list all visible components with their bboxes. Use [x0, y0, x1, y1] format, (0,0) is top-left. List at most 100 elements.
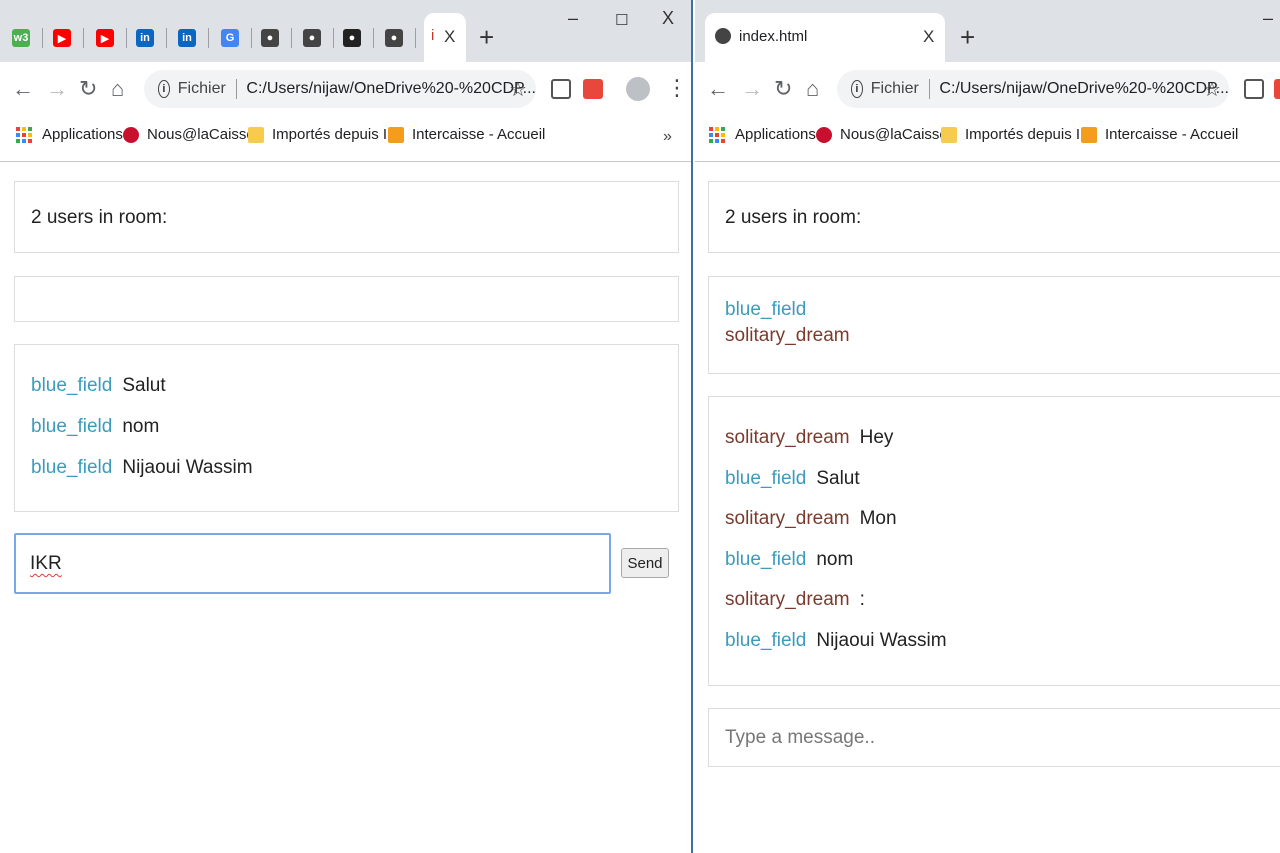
message-username: blue_field	[31, 375, 113, 396]
forward-arrow-icon[interactable]: →	[741, 76, 763, 102]
back-arrow-icon[interactable]: ←	[707, 76, 729, 102]
back-arrow-icon[interactable]: ←	[12, 76, 34, 102]
minimize-button[interactable]: –	[1263, 8, 1273, 29]
shield-extension-icon[interactable]	[551, 79, 571, 99]
message-item: solitary_dream Hey	[725, 427, 893, 449]
profile-avatar-icon[interactable]	[626, 77, 650, 101]
active-tab-label: i	[431, 27, 435, 44]
message-text: nom	[122, 416, 160, 437]
tab-separator	[373, 28, 374, 48]
message-username: blue_field	[31, 416, 113, 437]
message-item: blue_field nom	[725, 549, 853, 571]
bookmark-intercaisse[interactable]: Intercaisse - Accueil	[388, 126, 545, 143]
message-text: nom	[816, 548, 854, 570]
nous-icon	[123, 126, 139, 143]
active-tab[interactable]: i X	[424, 13, 466, 62]
browser-tab[interactable]: ▶	[53, 22, 84, 54]
menu-kebab-icon[interactable]: ⋮	[666, 75, 688, 101]
bookmark-label: Intercaisse - Accueil	[412, 126, 546, 143]
message-item: solitary_dream:	[725, 589, 865, 611]
apps-grid-icon	[16, 126, 32, 143]
tab-separator	[251, 28, 252, 48]
new-tab-button[interactable]: +	[960, 22, 975, 53]
message-text: :	[859, 589, 865, 611]
bookmark-nouslacaisse[interactable]: Nous@laCaisse	[123, 126, 255, 143]
message-input[interactable]: IKR	[14, 533, 611, 594]
message-item: blue_field Salut	[31, 375, 166, 397]
address-bar[interactable]: i Fichier C:/Users/nijaw/OneDrive%20-%20…	[837, 70, 1229, 108]
message-input-value: IKR	[30, 553, 62, 574]
browser-tab[interactable]: w3	[12, 22, 43, 54]
bookmark-importes-ie[interactable]: Importés depuis IE	[248, 126, 397, 143]
close-tab-icon[interactable]: X	[444, 27, 455, 47]
intercaisse-icon	[1081, 126, 1097, 143]
bookmark-applications[interactable]: Applications	[709, 126, 816, 143]
browser-tab[interactable]: ▶	[96, 22, 127, 54]
bookmark-nouslacaisse[interactable]: Nous@laCaisse	[816, 126, 948, 143]
bookmark-label: Nous@laCaisse	[840, 126, 948, 143]
info-icon[interactable]: i	[158, 80, 170, 98]
home-icon[interactable]: ⌂	[111, 76, 124, 102]
message-username: blue_field	[725, 630, 807, 651]
browser-tab[interactable]: in	[136, 22, 167, 54]
forward-arrow-icon[interactable]: →	[46, 76, 68, 102]
tab-separator	[333, 28, 334, 48]
message-text: Hey	[859, 427, 894, 448]
tab-separator	[42, 28, 43, 48]
shield-extension-icon[interactable]	[1244, 79, 1264, 99]
page-content: 2 users in room: blue_field solitary_drea…	[695, 162, 1280, 853]
browser-tab[interactable]: ●	[261, 22, 292, 54]
tab-separator	[415, 28, 416, 48]
active-tab[interactable]: index.html X	[705, 13, 945, 62]
address-bar[interactable]: i Fichier C:/Users/nijaw/OneDrive%20-%20…	[144, 70, 536, 108]
globe-icon	[715, 28, 731, 44]
bookmark-applications[interactable]: Applications	[16, 126, 123, 143]
bookmark-star-icon[interactable]: ☆	[509, 77, 527, 102]
youtube-icon: ▶	[53, 29, 71, 47]
new-tab-button[interactable]: +	[479, 22, 494, 53]
browser-tab[interactable]: ●	[303, 22, 334, 54]
send-button[interactable]: Send	[621, 548, 669, 578]
minimize-button[interactable]: –	[568, 8, 578, 29]
browser-tab[interactable]: ●	[385, 22, 416, 54]
users-count: 2 users in room:	[31, 207, 168, 228]
bookmark-intercaisse[interactable]: Intercaisse - Accueil	[1081, 126, 1238, 143]
tab-separator	[291, 28, 292, 48]
browser-tab[interactable]: ●	[343, 22, 374, 54]
user-list-item: blue_field	[725, 299, 807, 320]
message-input[interactable]: Type a message..	[708, 708, 1280, 767]
bookmark-importes-ie[interactable]: Importés depuis IE	[941, 126, 1090, 143]
message-text: Nijaoui Wassim	[816, 630, 947, 651]
message-username: solitary_dream	[725, 589, 850, 611]
maximize-button[interactable]: ☐	[615, 11, 628, 29]
message-input-placeholder: Type a message..	[725, 727, 875, 748]
reload-icon[interactable]: ↻	[774, 76, 792, 102]
reload-icon[interactable]: ↻	[79, 76, 97, 102]
red-extension-icon[interactable]	[1274, 79, 1280, 99]
bookmark-label: Importés depuis IE	[965, 126, 1091, 143]
home-icon[interactable]: ⌂	[806, 76, 819, 102]
browser-tab[interactable]: G	[221, 22, 252, 54]
bookmarks-bar: Applications Nous@laCaisse Importés depu…	[695, 116, 1280, 162]
more-bookmarks-chevron-icon[interactable]: »	[663, 128, 672, 146]
message-item: blue_field Nijaoui Wassim	[725, 630, 947, 652]
close-window-button[interactable]: X	[662, 8, 674, 29]
users-count-panel: 2 users in room:	[14, 181, 679, 253]
linkedin-icon: in	[178, 29, 196, 47]
message-text: Nijaoui Wassim	[122, 457, 253, 478]
github-icon: ●	[343, 29, 361, 47]
message-item: blue_field nom	[31, 416, 159, 438]
globe-icon: ●	[261, 29, 279, 47]
message-text: Salut	[122, 375, 166, 396]
info-icon[interactable]: i	[851, 80, 863, 98]
bookmark-star-icon[interactable]: ☆	[1203, 77, 1221, 102]
red-extension-icon[interactable]	[583, 79, 603, 99]
message-item: blue_field Salut	[725, 468, 860, 490]
message-item: solitary_dream Mon	[725, 508, 897, 530]
message-item: blue_field Nijaoui Wassim	[31, 457, 253, 479]
close-tab-icon[interactable]: X	[923, 27, 934, 47]
bookmark-label: Importés depuis IE	[272, 126, 398, 143]
tab-strip: w3 ▶ ▶ in in G ● ● ● ● i X + – ☐ X	[0, 0, 691, 62]
browser-tab[interactable]: in	[178, 22, 209, 54]
address-url: C:/Users/nijaw/OneDrive%20-%20CDP...	[939, 80, 1229, 97]
